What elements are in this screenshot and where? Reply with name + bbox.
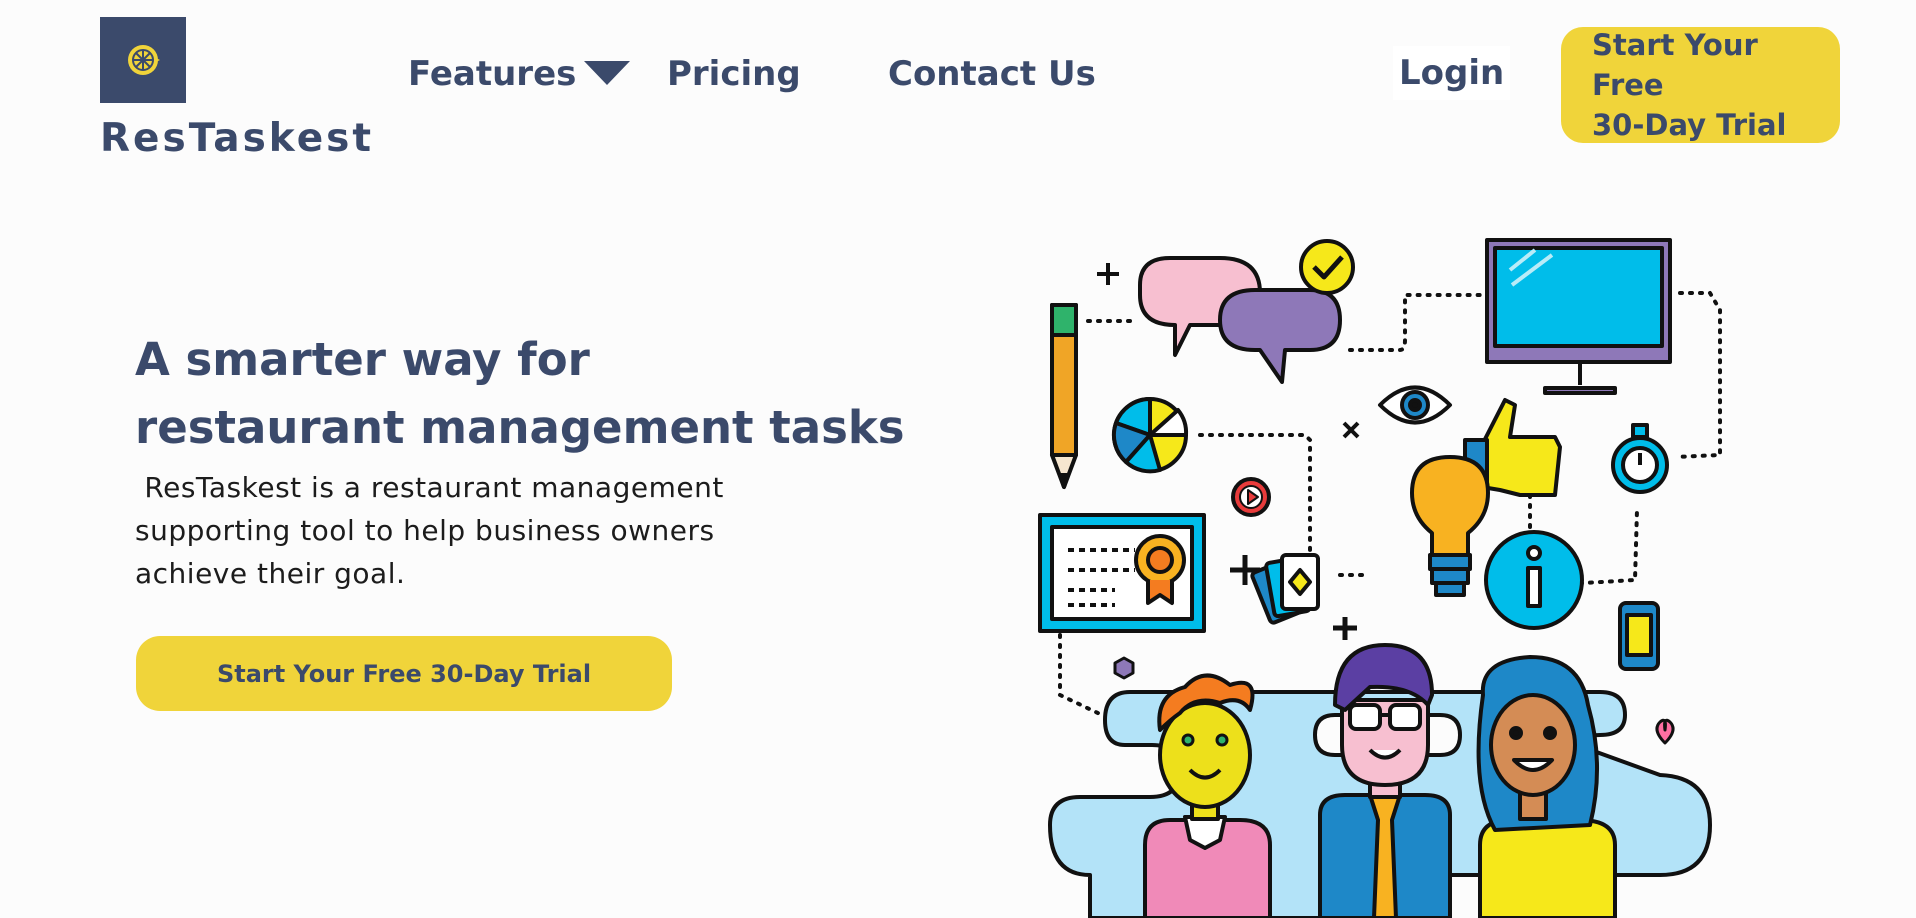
hero-illustration [1038,238,1722,918]
monitor-icon [1485,238,1672,395]
hero-description: ResTaskest is a restaurant management su… [135,466,775,595]
hero-desc-line2: supporting tool to help business owners [135,514,715,547]
nav-features[interactable]: Features [408,54,631,94]
hero-title-line1: A smarter way for [135,333,590,386]
hero-title: A smarter way for restaurant management … [135,326,905,462]
header-trial-line1: Start Your Free [1592,28,1758,102]
hero-desc-line3: achieve their goal. [135,557,406,590]
pencil-icon [1050,303,1078,489]
check-circle-icon [1299,239,1355,295]
lightbulb-icon [1410,455,1490,597]
info-icon [1484,530,1584,630]
nav-login[interactable]: Login [1393,46,1511,100]
header-trial-button[interactable]: Start Your Free 30-Day Trial [1561,27,1840,143]
hero-title-line2: restaurant management tasks [135,401,905,454]
pie-chart-icon [1111,396,1189,474]
brand-logo[interactable] [100,17,186,103]
heart-icon [1655,718,1675,745]
certificate-icon [1038,513,1206,633]
eye-icon [1378,385,1452,425]
cards-icon [1250,553,1320,625]
nav-contact-us[interactable]: Contact Us [888,54,1096,94]
nav-pricing[interactable]: Pricing [667,54,801,94]
nav-features-label: Features [408,54,577,94]
hero-trial-button[interactable]: Start Your Free 30-Day Trial [136,636,672,711]
lemon-slice-icon [128,45,160,75]
play-circle-icon [1231,477,1271,517]
caret-down-icon [584,54,631,94]
hero-desc-line1: ResTaskest is a restaurant management [135,471,724,504]
stopwatch-icon [1611,423,1669,494]
header-trial-line2: 30-Day Trial [1592,108,1787,142]
brand-name[interactable]: ResTaskest [100,116,374,161]
phone-icon [1618,601,1660,671]
